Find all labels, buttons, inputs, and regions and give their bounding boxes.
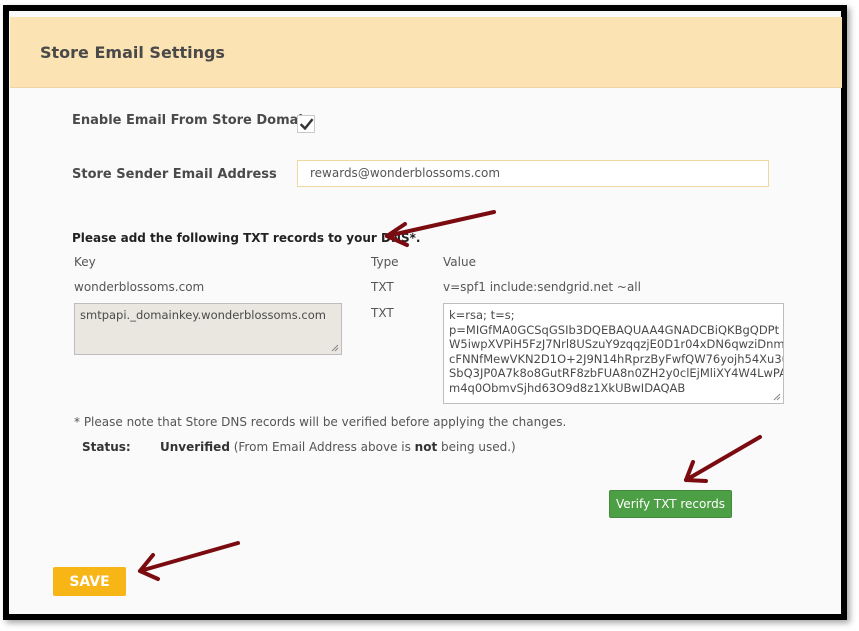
value-line: W5iwpXVPiH5FzJ7Nrl8USzuY9zqqzjE0D1r04xDN… (449, 337, 784, 351)
status-value: Unverified (160, 440, 230, 454)
row2-type: TXT (371, 306, 394, 320)
status-label: Status: (82, 440, 131, 454)
column-header-value: Value (443, 255, 476, 269)
value-line: cFNNfMewVKN2D1O+2J9N14hRprzByFwfQW76yojh… (449, 351, 784, 366)
status-detail-post: being used.) (437, 440, 516, 454)
verify-txt-records-button[interactable]: Verify TXT records (609, 490, 732, 518)
status-detail-pre: (From Email Address above is (229, 440, 415, 454)
value-line: p=MIGfMA0GCSqGSIb3DQEBAQUAA4GNADCBiQKBgQ… (449, 322, 780, 337)
value-line: k=rsa; t=s; (449, 308, 515, 322)
panel-header: Store Email Settings (10, 17, 842, 88)
enable-email-label: Enable Email From Store Domain (72, 113, 313, 128)
column-header-type: Type (371, 255, 399, 269)
status-detail-bold: not (414, 440, 438, 454)
row1-key: wonderblossoms.com (74, 280, 205, 294)
checkmark-icon (299, 118, 314, 131)
dns-note: * Please note that Store DNS records wil… (74, 415, 567, 429)
save-button[interactable]: SAVE (53, 567, 126, 596)
value-line: m4q0ObmvSjhd63O9d8z1XkUBwIDAQAB (449, 380, 686, 395)
row2-value-textarea[interactable]: k=rsa; t=s; p=MIGfMA0GCSqGSIb3DQEBAQUAA4… (443, 303, 784, 404)
enable-email-checkbox[interactable] (297, 115, 315, 133)
sender-email-input[interactable]: rewards@wonderblossoms.com (297, 160, 769, 187)
sender-email-label: Store Sender Email Address (72, 167, 277, 182)
resize-grip-icon[interactable] (773, 393, 781, 401)
row1-value: v=spf1 include:sendgrid.net ~all (443, 280, 641, 294)
row1-type: TXT (371, 280, 394, 294)
resize-grip-icon[interactable] (331, 344, 339, 352)
row2-key-textarea[interactable]: smtpapi._domainkey.wonderblossoms.com (74, 303, 342, 355)
dns-instructions: Please add the following TXT records to … (72, 231, 421, 245)
status-text: Unverified (From Email Address above is … (160, 440, 516, 454)
row2-key-text: smtpapi._domainkey.wonderblossoms.com (80, 308, 326, 322)
page-title: Store Email Settings (40, 43, 225, 62)
column-header-key: Key (74, 255, 96, 269)
value-line: SbQ3JP0A7k8o8GutRF8zbFUA8n0ZH2y0clEjMliX… (449, 366, 784, 380)
